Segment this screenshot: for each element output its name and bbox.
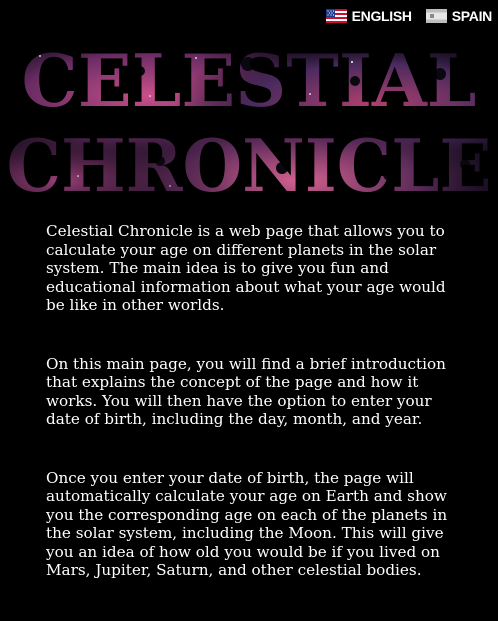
us-flag-icon xyxy=(325,9,347,23)
intro-paragraph: Once you enter your date of birth, the p… xyxy=(46,468,448,580)
language-spain-button[interactable]: SPAIN xyxy=(425,8,493,24)
intro-content: Celestial Chronicle is a web page that a… xyxy=(46,222,456,620)
spain-flag-icon xyxy=(425,9,447,23)
language-spain-label: SPAIN xyxy=(451,8,493,24)
intro-paragraph: Celestial Chronicle is a web page that a… xyxy=(46,222,446,314)
intro-paragraph: On this main page, you will find a brief… xyxy=(46,354,446,429)
hero-title: CELESTIAL CHRONICLE xyxy=(7,38,492,206)
hero-title-line1: CELESTIAL xyxy=(22,38,477,123)
language-english-label: ENGLISH xyxy=(351,8,412,24)
language-english-button[interactable]: ENGLISH xyxy=(325,8,412,24)
language-switcher: ENGLISH SPAIN xyxy=(325,8,493,24)
hero-title-line2: CHRONICLE xyxy=(7,123,492,206)
